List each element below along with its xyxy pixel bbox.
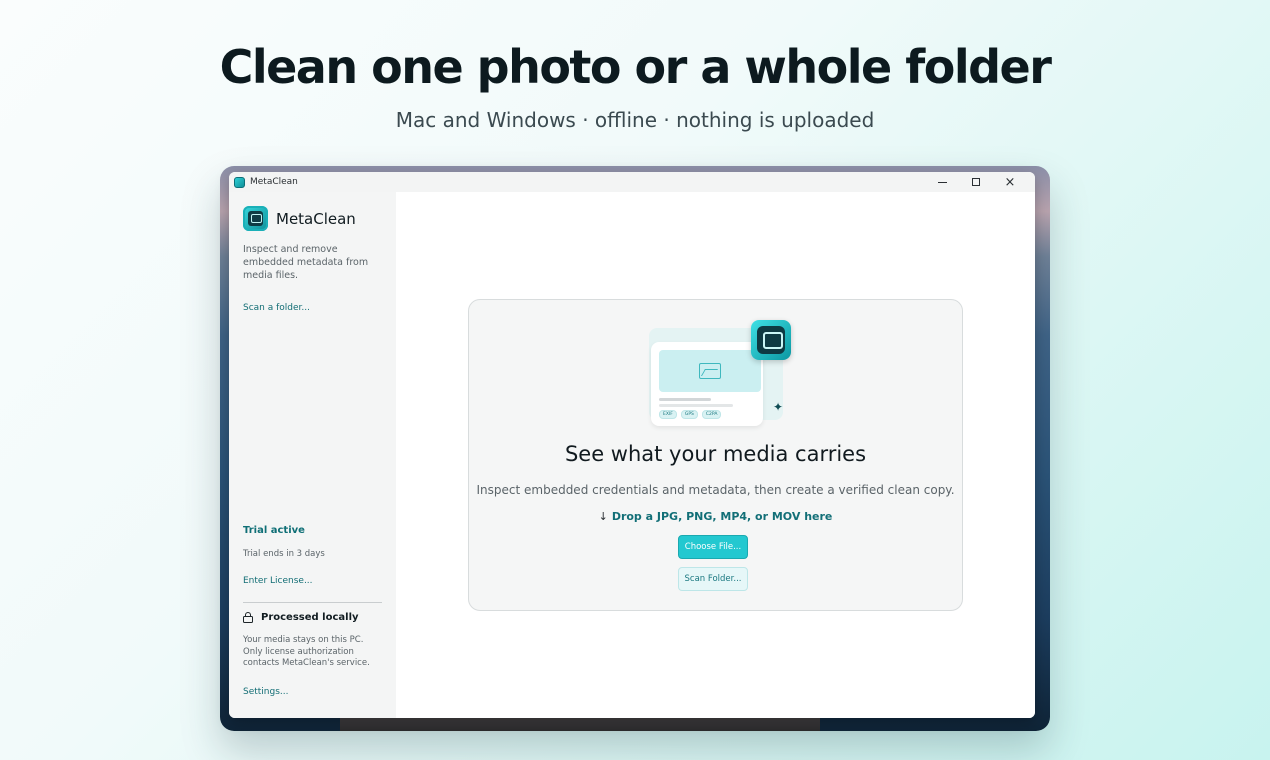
hero-title: Clean one photo or a whole folder <box>219 40 1052 94</box>
minimize-icon <box>937 181 947 183</box>
tag-gps: GPS <box>680 410 698 419</box>
main-content: EXIF GPS C2PA ✦ See what your media carr… <box>396 192 1035 718</box>
brand: MetaClean <box>243 206 356 231</box>
drop-zone-description: Inspect embedded credentials and metadat… <box>476 483 955 497</box>
settings-link[interactable]: Settings... <box>243 687 289 697</box>
document-illustration: EXIF GPS C2PA <box>651 342 763 426</box>
processed-locally-title: Processed locally <box>261 612 359 623</box>
hero-subtitle: Mac and Windows · offline · nothing is u… <box>395 108 875 132</box>
app-window: MetaClean × MetaClean Inspect and remove… <box>229 172 1035 718</box>
title-bar[interactable]: MetaClean × <box>229 172 1035 192</box>
drop-hint: ↓ Drop a JPG, PNG, MP4, or MOV here <box>469 510 962 523</box>
window-title: MetaClean <box>250 177 298 187</box>
scan-folder-button[interactable]: Scan Folder... <box>678 567 748 591</box>
processed-locally-row: Processed locally <box>243 612 359 623</box>
close-button[interactable]: × <box>993 172 1027 192</box>
drop-zone-card[interactable]: EXIF GPS C2PA ✦ See what your media carr… <box>468 299 963 611</box>
maximize-icon <box>972 178 980 186</box>
image-icon <box>699 363 721 379</box>
down-arrow-icon: ↓ <box>598 510 608 523</box>
app-description: Inspect and remove embedded metadata fro… <box>243 244 369 281</box>
sparkle-icon: ✦ <box>772 400 783 414</box>
lock-icon <box>243 612 253 623</box>
metaclean-badge-icon <box>751 320 791 360</box>
brand-name: MetaClean <box>276 209 356 228</box>
sidebar-divider <box>243 602 382 603</box>
processed-locally-description: Your media stays on this PC. Only licens… <box>243 635 370 668</box>
sidebar: MetaClean Inspect and remove embedded me… <box>229 192 396 718</box>
app-icon <box>234 176 245 188</box>
tag-c2pa: C2PA <box>701 410 722 419</box>
metaclean-logo-icon <box>243 206 268 231</box>
media-illustration: EXIF GPS C2PA ✦ <box>649 320 791 426</box>
trial-ends-text: Trial ends in 3 days <box>243 549 325 559</box>
window-controls: × <box>925 172 1027 192</box>
choose-file-button[interactable]: Choose File... <box>678 535 748 559</box>
minimize-button[interactable] <box>925 172 959 192</box>
trial-status: Trial active <box>243 525 305 536</box>
maximize-button[interactable] <box>959 172 993 192</box>
scan-folder-link[interactable]: Scan a folder... <box>243 303 310 313</box>
tag-exif: EXIF <box>659 410 677 419</box>
close-icon: × <box>1004 174 1016 190</box>
drop-zone-title: See what your media carries <box>564 442 867 466</box>
drop-hint-text: Drop a JPG, PNG, MP4, or MOV here <box>611 510 833 523</box>
enter-license-link[interactable]: Enter License... <box>243 576 313 586</box>
